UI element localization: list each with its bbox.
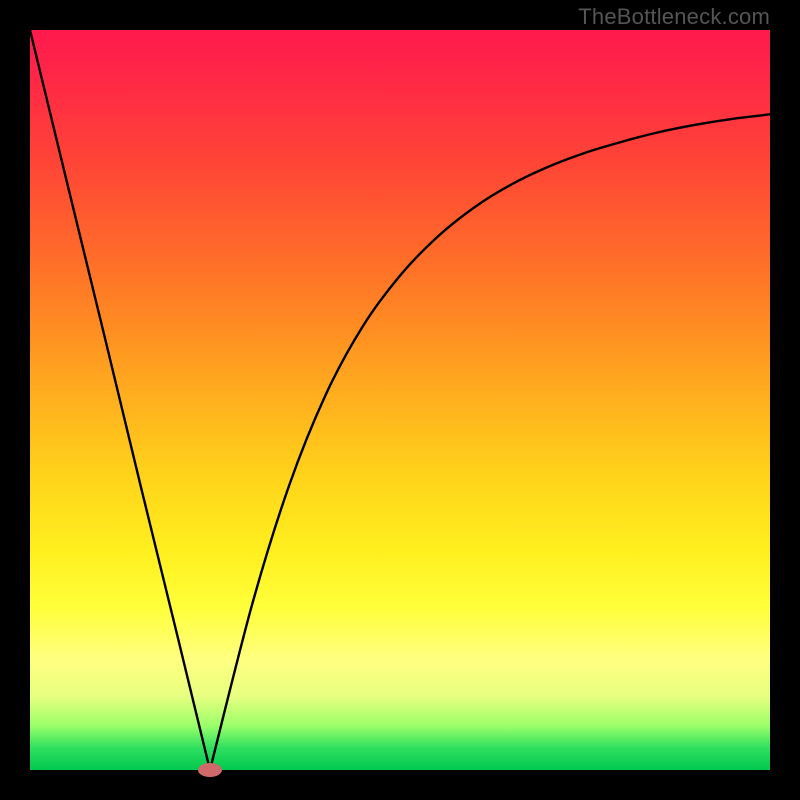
watermark-text: TheBottleneck.com	[578, 4, 770, 30]
minimum-marker	[198, 763, 222, 777]
bottleneck-curve	[30, 30, 770, 770]
chart-frame: TheBottleneck.com	[0, 0, 800, 800]
plot-area	[30, 30, 770, 770]
curve-svg	[30, 30, 770, 770]
